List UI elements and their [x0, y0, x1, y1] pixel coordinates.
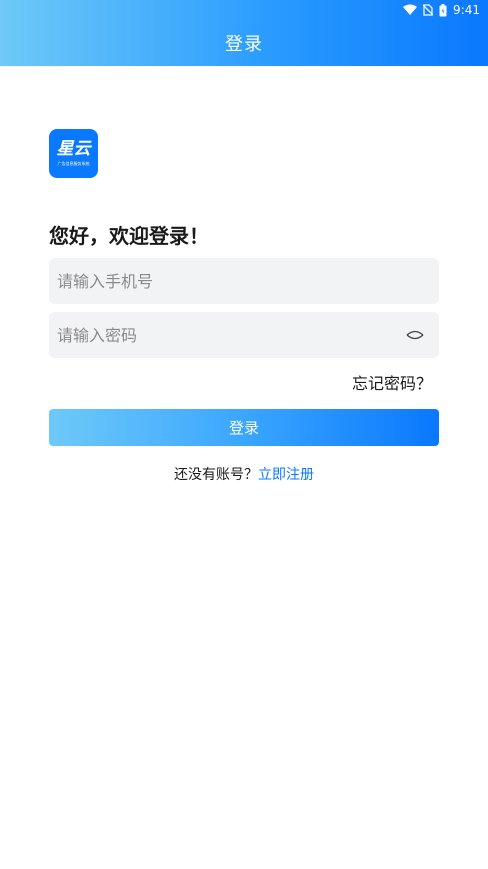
- page-title: 登录: [225, 34, 263, 55]
- app-logo: 星云 广告信息服务系统: [49, 129, 98, 178]
- login-button[interactable]: 登录: [49, 409, 439, 446]
- password-input[interactable]: [49, 312, 439, 358]
- eye-closed-icon[interactable]: [406, 328, 424, 342]
- status-bar: 9:41: [0, 0, 488, 20]
- status-time: 9:41: [453, 3, 480, 17]
- logo-subtext: 广告信息服务系统: [57, 161, 90, 166]
- app-header: 9:41 登录: [0, 0, 488, 66]
- register-prompt: 还没有账号？: [174, 467, 258, 483]
- phone-input[interactable]: [49, 258, 439, 304]
- logo-text: 星云: [56, 139, 91, 159]
- register-link[interactable]: 立即注册: [258, 467, 314, 483]
- wifi-icon: [403, 4, 418, 15]
- no-sim-icon: [423, 4, 434, 16]
- battery-icon: [439, 3, 447, 16]
- forgot-password-link[interactable]: 忘记密码？: [352, 370, 432, 394]
- welcome-heading: 您好，欢迎登录！: [49, 224, 209, 248]
- register-prompt-row: 还没有账号？立即注册: [0, 464, 488, 484]
